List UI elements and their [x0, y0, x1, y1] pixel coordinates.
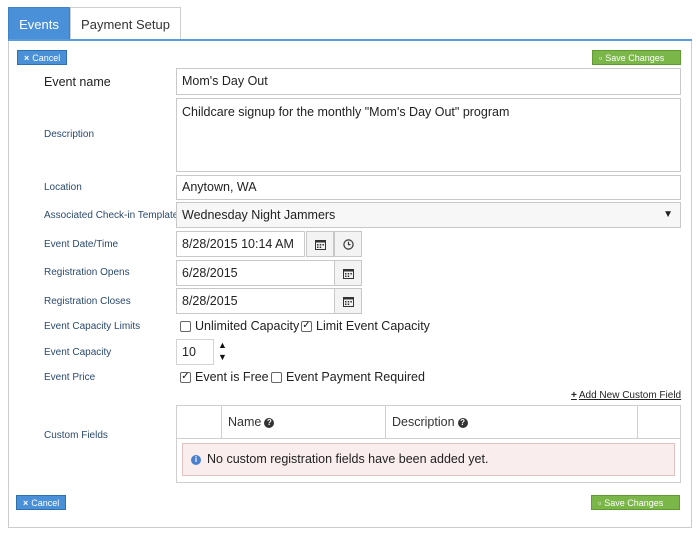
event-free-label: Event is Free — [195, 370, 269, 384]
save-button-top[interactable]: ▫ Save Changes — [592, 50, 681, 65]
capacity-label: Event Capacity — [44, 347, 112, 358]
calendar-icon — [342, 268, 354, 279]
payment-required-checkbox[interactable]: Event Payment Required — [271, 370, 425, 384]
reg-closes-input[interactable]: 8/28/2015 — [176, 288, 335, 314]
cancel-label: Cancel — [31, 498, 60, 508]
custom-fields-label: Custom Fields — [44, 430, 108, 441]
table-header-blank — [177, 406, 222, 438]
location-label: Location — [44, 182, 82, 193]
save-icon: ▫ — [599, 53, 603, 63]
event-time-button[interactable] — [334, 231, 362, 257]
location-input[interactable]: Anytown, WA — [176, 175, 681, 200]
save-label: Save Changes — [605, 53, 665, 63]
reg-opens-calendar-button[interactable] — [334, 260, 362, 286]
price-label: Event Price — [44, 372, 96, 383]
help-icon[interactable]: ? — [457, 417, 468, 428]
decrement-arrow-icon[interactable]: ▼ — [218, 351, 227, 363]
tab-events[interactable]: Events — [8, 7, 70, 40]
limit-capacity-checkbox[interactable]: ✓ Limit Event Capacity — [301, 319, 430, 333]
event-date-calendar-button[interactable] — [306, 231, 334, 257]
clock-icon — [342, 238, 354, 250]
template-value: Wednesday Night Jammers — [182, 208, 336, 222]
calendar-icon — [314, 239, 326, 250]
event-date-label: Event Date/Time — [44, 239, 119, 250]
increment-arrow-icon[interactable]: ▲ — [218, 339, 227, 351]
cancel-label: Cancel — [32, 53, 61, 63]
cancel-button-top[interactable]: × Cancel — [17, 50, 68, 65]
unlimited-capacity-label: Unlimited Capacity — [195, 319, 300, 333]
table-header-description: Description? — [386, 406, 638, 438]
table-header-divider — [177, 438, 680, 439]
unlimited-capacity-checkbox[interactable]: Unlimited Capacity — [180, 319, 299, 333]
event-date-input[interactable]: 8/28/2015 10:14 AM — [176, 231, 305, 257]
help-icon[interactable]: ? — [264, 417, 275, 428]
event-free-box: ✓ — [180, 371, 191, 383]
add-custom-field-link[interactable]: + Add New Custom Field — [571, 390, 681, 401]
calendar-icon — [342, 296, 354, 307]
payment-required-label: Event Payment Required — [286, 370, 425, 384]
reg-opens-label: Registration Opens — [44, 267, 130, 278]
reg-closes-calendar-button[interactable] — [334, 288, 362, 314]
description-textarea[interactable]: Childcare signup for the monthly "Mom's … — [176, 98, 681, 172]
event-name-input[interactable]: Mom's Day Out — [176, 68, 681, 95]
reg-opens-input[interactable]: 6/28/2015 — [176, 260, 335, 286]
close-icon: × — [23, 498, 29, 508]
custom-fields-table: Name? Description? i No custom registrati… — [176, 405, 681, 483]
add-custom-field-label: Add New Custom Field — [578, 390, 682, 401]
event-free-checkbox[interactable]: ✓ Event is Free — [180, 370, 269, 384]
save-label: Save Changes — [604, 498, 664, 508]
close-icon: × — [24, 53, 30, 63]
template-label: Associated Check-in Template — [44, 210, 179, 221]
tab-payment-setup[interactable]: Payment Setup — [70, 7, 181, 40]
limit-capacity-box: ✓ — [301, 320, 312, 332]
capacity-input[interactable]: 10 — [176, 339, 214, 365]
capacity-limits-label: Event Capacity Limits — [44, 321, 141, 332]
capacity-stepper[interactable]: ▲ ▼ — [218, 339, 227, 363]
cancel-button-bottom[interactable]: × Cancel — [16, 495, 67, 510]
plus-icon: + — [571, 390, 577, 401]
description-label: Description — [44, 129, 95, 140]
empty-message: No custom registration fields have been … — [207, 452, 489, 466]
empty-custom-fields-notice: i No custom registration fields have been… — [182, 443, 675, 476]
reg-closes-label: Registration Closes — [44, 296, 131, 307]
save-icon: ▫ — [598, 498, 602, 508]
payment-required-box — [271, 371, 282, 383]
name-column-label: Name — [228, 415, 262, 429]
unlimited-capacity-box — [180, 320, 191, 332]
info-icon: i — [191, 454, 201, 465]
dropdown-arrow-icon: ▼ — [663, 209, 673, 220]
save-button-bottom[interactable]: ▫ Save Changes — [591, 495, 680, 510]
table-header-name: Name? — [222, 406, 386, 438]
template-select[interactable]: Wednesday Night Jammers ▼ — [176, 202, 681, 228]
event-name-label: Event name — [44, 75, 111, 89]
description-column-label: Description — [392, 415, 455, 429]
limit-capacity-label: Limit Event Capacity — [316, 319, 430, 333]
